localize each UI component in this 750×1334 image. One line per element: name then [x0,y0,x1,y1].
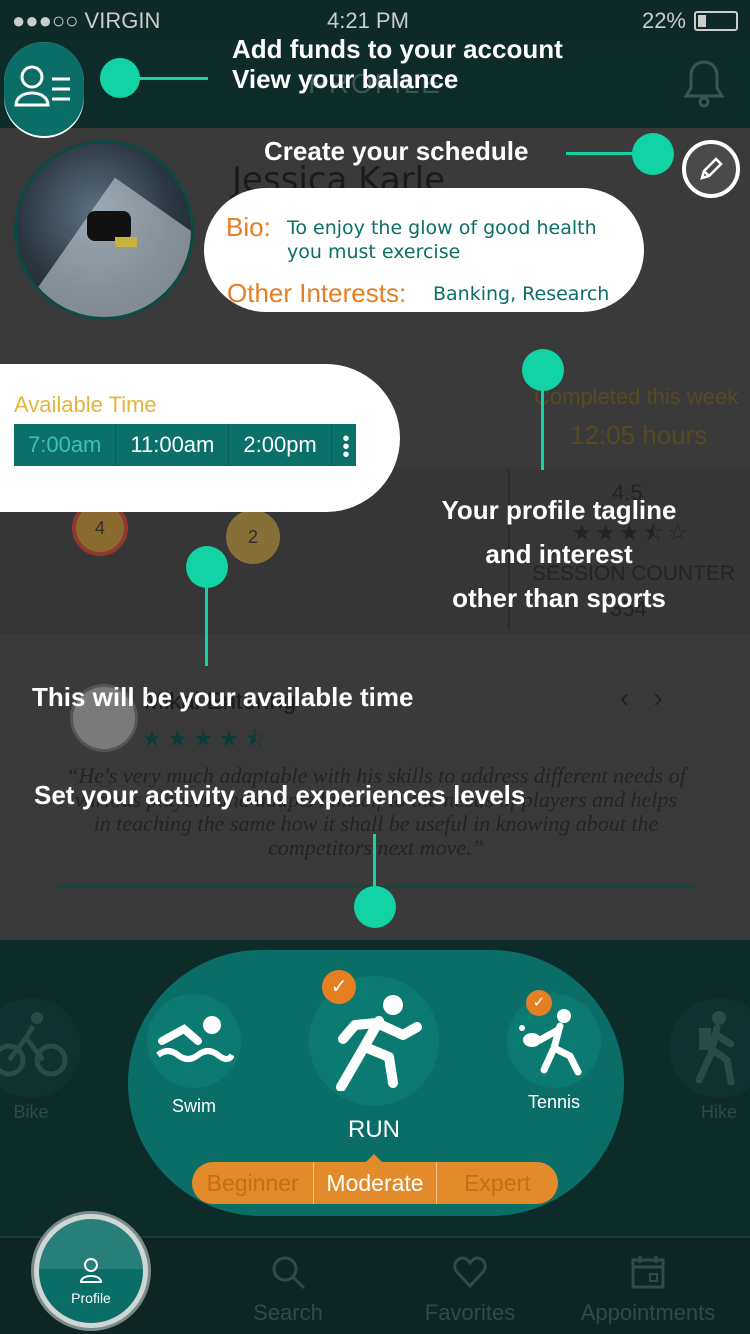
level-moderate[interactable]: Moderate [314,1162,437,1204]
activity-tennis-label: Tennis [527,1092,581,1112]
activity-hike-label: Hike [700,1102,737,1122]
battery-status: 22% [642,8,738,34]
callout-tagline-line2: and interest [485,539,633,569]
activity-swim[interactable]: Swim [146,994,242,1117]
battery-icon [694,11,738,31]
chevron-right-icon[interactable]: › [653,682,686,713]
tennis-selected-check-icon: ✓ [526,990,552,1016]
pencil-icon [700,157,723,180]
level-pointer [366,1154,382,1162]
time-slot[interactable]: 11:00am [116,424,230,466]
bio-label: Bio: [226,212,271,242]
profile-menu-button[interactable] [4,42,84,182]
profile-menu-icon [14,65,70,107]
tab-appointments[interactable]: Appointments [558,1240,738,1326]
interests-label: Other Interests: [227,278,407,308]
callout-line [205,586,208,666]
tab-search[interactable]: Search [198,1240,378,1326]
carrier-label: ●●●○○ VIRGIN [12,8,161,33]
callout-dot [354,886,396,928]
activity-tennis[interactable]: Tennis [506,994,602,1113]
tennis-icon [507,994,601,1088]
swim-icon [147,994,241,1088]
profile-avatar[interactable] [14,140,194,320]
available-time-slots: 7:00am 11:00am 2:00pm • • • [14,424,356,466]
review-nav: ‹› [620,682,687,714]
level-expert[interactable]: Expert [437,1162,558,1204]
callout-dot [522,349,564,391]
tab-favorites-label: Favorites [424,1300,516,1325]
hike-icon [669,998,750,1098]
callout-line [138,77,208,80]
callout-schedule: Create your schedule [264,136,529,166]
time-slot[interactable]: 7:00am [14,424,117,466]
callout-funds-line2: View your balance [232,64,459,94]
callout-available-time: This will be your available time [32,682,414,712]
callout-tagline: Your profile tagline and interest other … [414,488,704,620]
heart-icon [453,1256,487,1289]
clock: 4:21 PM [327,8,409,33]
activity-run[interactable]: RUN [308,976,440,1144]
callout-levels: Set your activity and experiences levels [34,780,526,810]
callout-tagline-line1: Your profile tagline [441,495,677,525]
level-beginner[interactable]: Beginner [192,1162,315,1204]
callout-dot [186,546,228,588]
activity-hike[interactable]: Hike [664,998,750,1123]
available-time-label: Available Time [14,392,157,417]
bell-icon[interactable] [680,58,728,108]
edit-schedule-button[interactable] [682,140,740,198]
callout-funds: Add funds to your account View your bala… [232,34,563,94]
activity-run-label: RUN [348,1116,400,1143]
completed-label: Completed this week [534,384,739,409]
completed-value: 12:05 hours [570,420,708,450]
tab-profile-label: Profile [71,1290,111,1306]
bike-icon [0,998,81,1098]
chevron-left-icon[interactable]: ‹ [620,682,653,713]
star-medal-badge[interactable]: 2 [226,510,280,564]
interests-text: Banking, Research [433,283,610,305]
activity-bike-label: Bike [13,1102,49,1122]
search-icon [272,1256,306,1290]
review-stars: ★★★★⯪ [142,726,272,751]
tab-appointments-label: Appointments [580,1300,716,1325]
activity-swim-label: Swim [172,1096,216,1116]
tab-search-label: Search [253,1300,323,1325]
battery-percent: 22% [641,8,686,33]
bio-text: To enjoy the glow of good health you mus… [287,217,597,263]
more-vertical-icon[interactable]: • • • [336,429,356,465]
review-quote: “He's very much adaptable with his skill… [66,763,686,860]
experience-level-selector: Beginner Moderate Expert [192,1162,558,1204]
callout-dot [632,133,674,175]
time-slot[interactable]: 2:00pm [229,424,332,466]
tab-favorites[interactable]: Favorites [380,1240,560,1326]
calendar-icon [631,1256,665,1289]
callout-dot [100,58,140,98]
callout-funds-line1: Add funds to your account [232,34,563,64]
run-selected-check-icon: ✓ [322,970,356,1004]
callout-line [566,152,638,155]
user-icon [79,1258,103,1283]
callout-tagline-line3: other than sports [452,583,666,613]
tab-profile[interactable]: Profile [34,1214,148,1328]
callout-line [541,390,544,470]
callout-line [373,834,376,890]
activity-bike[interactable]: Bike [0,998,86,1123]
